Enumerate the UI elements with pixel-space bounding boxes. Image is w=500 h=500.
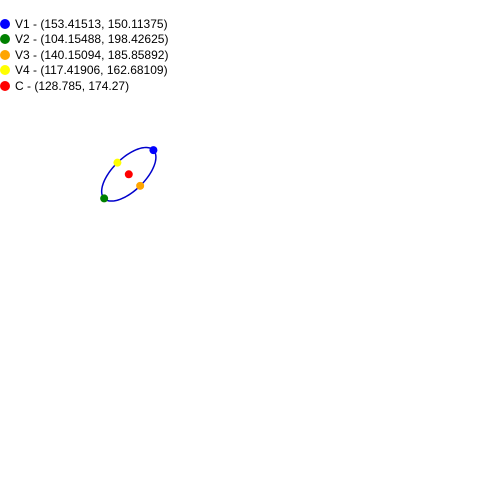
legend-label-v4: V4 - (117.41906, 162.68109) [15, 63, 168, 78]
legend-swatch-v3 [0, 49, 10, 60]
diagram-canvas: V1 - (153.41513, 150.11375) V2 - (104.15… [0, 0, 500, 500]
legend-item-center: C - (128.785, 174.27) [0, 78, 168, 94]
legend-label-v3: V3 - (140.15094, 185.85892) [15, 47, 169, 62]
legend-swatch-center [0, 80, 10, 91]
legend-item-v2: V2 - (104.15488, 198.42625) [0, 32, 168, 48]
vertex-v2-point [100, 194, 109, 203]
legend-item-v4: V4 - (117.41906, 162.68109) [0, 63, 168, 79]
vertex-v3-point [136, 181, 145, 190]
legend: V1 - (153.41513, 150.11375) V2 - (104.15… [0, 16, 168, 94]
legend-item-v1: V1 - (153.41513, 150.11375) [0, 16, 168, 32]
vertex-v4-point [113, 158, 122, 167]
vertex-v1-point [149, 146, 158, 155]
legend-swatch-v2 [0, 34, 10, 45]
legend-label-v1: V1 - (153.41513, 150.11375) [15, 16, 168, 31]
center-point [124, 170, 133, 179]
legend-item-v3: V3 - (140.15094, 185.85892) [0, 47, 168, 63]
legend-label-center: C - (128.785, 174.27) [15, 78, 130, 93]
legend-swatch-v1 [0, 18, 10, 29]
legend-swatch-v4 [0, 65, 10, 76]
legend-label-v2: V2 - (104.15488, 198.42625) [15, 32, 169, 47]
